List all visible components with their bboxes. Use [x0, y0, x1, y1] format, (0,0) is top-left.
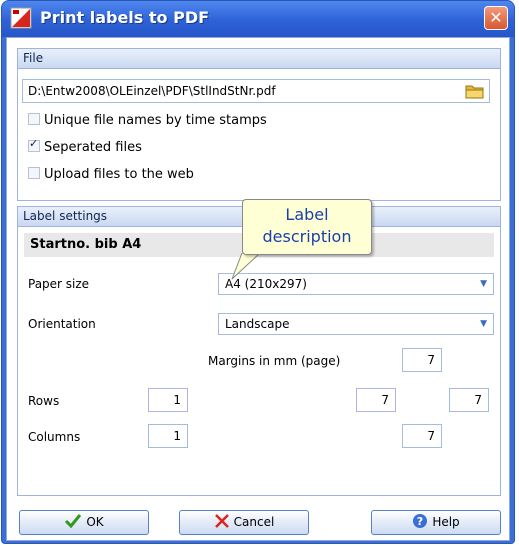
margin-left-input[interactable]: 7 [356, 388, 396, 412]
columns-input[interactable]: 1 [148, 424, 188, 448]
callout-pointer [231, 253, 261, 280]
unique-names-row[interactable]: Unique file names by time stamps [28, 113, 267, 128]
margin-right-input[interactable]: 7 [449, 388, 489, 412]
upload-web-checkbox[interactable] [28, 167, 40, 179]
file-path-field[interactable]: D:\Entw2008\OLEinzel\PDF\StlIndStNr.pdf [22, 79, 490, 103]
orientation-label: Orientation [28, 317, 96, 331]
folder-icon[interactable] [465, 83, 485, 99]
check-icon [65, 514, 82, 529]
upload-web-row[interactable]: Upload files to the web [28, 167, 194, 182]
paper-size-label: Paper size [28, 277, 90, 291]
callout-line-1: Label [285, 205, 329, 224]
margins-label: Margins in mm (page) [208, 354, 341, 368]
margin-top-input[interactable]: 7 [402, 348, 442, 372]
dialog-body: File D:\Entw2008\OLEinzel\PDF\StlIndStNr… [6, 37, 510, 541]
cancel-button[interactable]: Cancel [179, 510, 309, 535]
ok-label: OK [86, 515, 104, 529]
orientation-value: Landscape [225, 317, 290, 331]
dialog-window: Print labels to PDF ✕ File D:\Entw2008\O… [1, 0, 515, 544]
unique-names-checkbox[interactable] [28, 113, 40, 125]
columns-label: Columns [28, 430, 81, 444]
x-icon [214, 514, 229, 528]
ok-button[interactable]: OK [19, 510, 149, 535]
file-section-header: File [18, 49, 500, 69]
callout-line-2: description [262, 227, 352, 246]
app-icon [10, 7, 32, 29]
rows-input[interactable]: 1 [148, 388, 188, 412]
rows-label: Rows [28, 394, 60, 408]
margin-bottom-input[interactable]: 7 [402, 424, 442, 448]
callout-tooltip: Label description [242, 199, 372, 255]
separated-files-row[interactable]: Seperated files [28, 137, 142, 155]
help-button[interactable]: ? Help [371, 510, 501, 535]
cancel-label: Cancel [233, 515, 275, 529]
separated-files-label: Seperated files [44, 140, 142, 155]
upload-web-label: Upload files to the web [44, 167, 194, 182]
file-section: File D:\Entw2008\OLEinzel\PDF\StlIndStNr… [17, 48, 501, 201]
window-title: Print labels to PDF [40, 8, 210, 27]
close-button[interactable]: ✕ [484, 6, 508, 30]
title-bar[interactable]: Print labels to PDF ✕ [2, 1, 514, 37]
unique-names-label: Unique file names by time stamps [44, 113, 267, 128]
orientation-select[interactable]: Landscape ▼ [218, 313, 494, 335]
help-label: Help [432, 515, 460, 529]
file-path-text: D:\Entw2008\OLEinzel\PDF\StlIndStNr.pdf [28, 84, 276, 98]
separated-files-checkbox[interactable] [28, 137, 40, 152]
chevron-down-icon: ▼ [480, 279, 487, 289]
svg-text:?: ? [417, 515, 423, 528]
chevron-down-icon: ▼ [480, 319, 487, 329]
help-icon: ? [413, 514, 428, 528]
